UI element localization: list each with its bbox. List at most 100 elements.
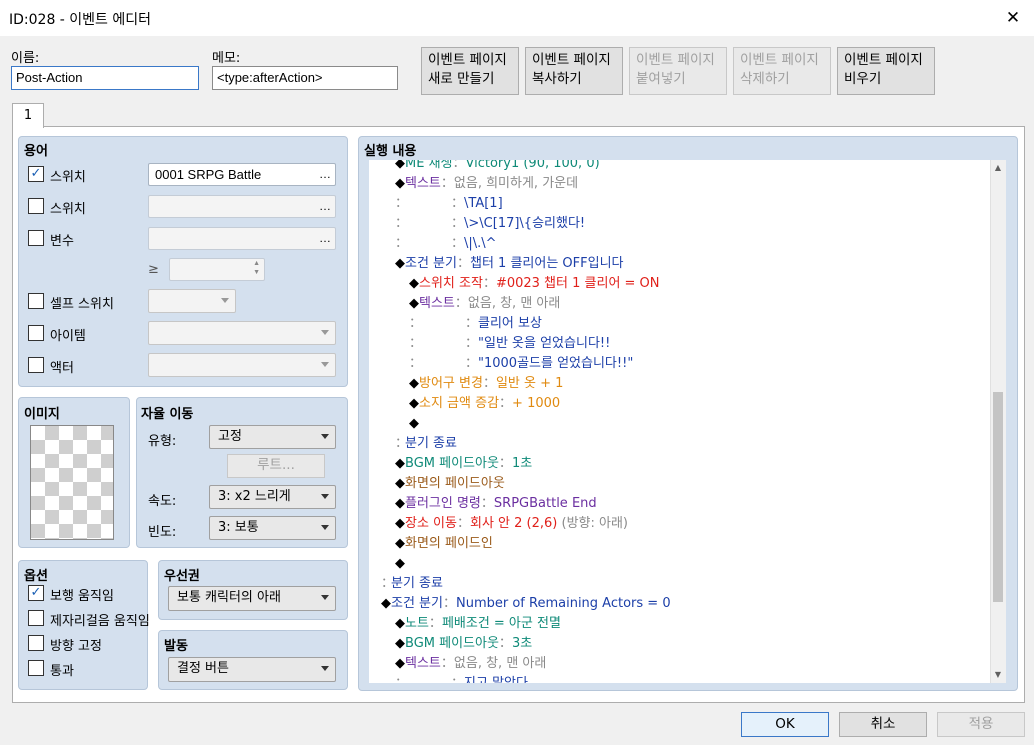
item-checkbox[interactable] <box>28 325 44 341</box>
stepping-checkbox[interactable] <box>28 610 44 626</box>
self-switch-select[interactable] <box>148 289 236 313</box>
command-line[interactable]: ◆조건 분기：챕터 1 클리어는 OFF입니다 <box>395 254 624 274</box>
ok-button[interactable]: OK <box>741 712 829 737</box>
command-line[interactable]: ◆BGM 페이드아웃：3초 <box>395 634 532 654</box>
command-line[interactable]: ：："일반 옷을 얻었습니다!! <box>409 334 610 354</box>
command-sep: ： <box>451 236 465 251</box>
command-sep: ： <box>499 396 513 411</box>
trigger-select[interactable]: 결정 버튼 <box>168 657 336 682</box>
direction-fix-label: 방향 고정 <box>50 639 102 654</box>
switch1-field[interactable]: 0001 SRPG Battle … <box>148 163 336 186</box>
scroll-down-icon[interactable]: ▼ <box>990 667 1006 683</box>
switch2-label: 스위치 <box>50 202 86 217</box>
command-line[interactable]: ：：\>\C[17]\{승리했다! <box>395 214 585 234</box>
command-body: \|\.\^ <box>464 236 497 251</box>
command-line[interactable]: ：분기 종료 <box>395 434 457 454</box>
command-pre: ： <box>395 236 409 251</box>
command-line[interactable]: ◆플러그인 명령：SRPGBattle End <box>395 494 597 514</box>
command-body: 페배조건 = 아군 전멸 <box>441 616 561 631</box>
name-field[interactable]: Post-Action <box>11 66 199 90</box>
close-icon[interactable]: ✕ <box>996 3 1030 33</box>
variable-field[interactable]: … <box>148 227 336 250</box>
walking-checkbox[interactable]: ✓ <box>28 585 44 601</box>
variable-value-spinner[interactable]: ▲ ▼ <box>169 258 265 281</box>
command-list[interactable]: ◆ME 재생：Victory1 (90, 100, 0) ◆텍스트：없음, 희미하… <box>369 160 991 683</box>
command-pre: ◆ <box>395 160 405 171</box>
command-line[interactable]: ：분기 종료 <box>381 574 443 594</box>
command-pre: ◆ <box>395 476 405 491</box>
command-line[interactable]: ：：클리어 보상 <box>409 314 542 334</box>
command-body: \TA[1] <box>464 196 503 211</box>
spinner-arrows-icon[interactable]: ▲ ▼ <box>253 259 260 277</box>
frequency-select[interactable]: 3: 보통 <box>209 516 336 540</box>
command-line[interactable]: ：：\|\.\^ <box>395 234 497 254</box>
command-line[interactable]: ◆ <box>409 414 419 434</box>
item-select[interactable] <box>148 321 336 345</box>
memo-field[interactable]: <type:afterAction> <box>212 66 398 90</box>
command-head: 텍스트 <box>405 656 441 671</box>
command-line[interactable]: ◆노트：페배조건 = 아군 전멸 <box>395 614 561 634</box>
chevron-down-icon <box>321 595 329 600</box>
command-line[interactable]: ◆소지 금액 증감：+ 1000 <box>409 394 560 414</box>
direction-fix-checkbox[interactable] <box>28 635 44 651</box>
image-preview[interactable] <box>30 425 114 540</box>
scroll-up-icon[interactable]: ▲ <box>990 160 1006 176</box>
command-line[interactable]: ◆텍스트：없음, 창, 맨 아래 <box>395 654 546 674</box>
command-line[interactable]: ◆텍스트：없음, 희미하게, 가운데 <box>395 174 578 194</box>
command-line[interactable]: ◆화면의 페이드인 <box>395 534 493 554</box>
command-sep: ： <box>498 456 512 471</box>
switch2-dots-icon[interactable]: … <box>319 196 331 216</box>
command-line[interactable]: ◆장소 이동：회사 안 2 (2,6) (방향: 아래) <box>395 514 628 534</box>
tab-page-1[interactable]: 1 <box>12 103 44 128</box>
command-line[interactable]: ◆화면의 페이드아웃 <box>395 474 505 494</box>
command-line[interactable]: ◆스위치 조작：#0023 챕터 1 클리어 = ON <box>409 274 660 294</box>
cancel-button[interactable]: 취소 <box>839 712 927 737</box>
actor-select[interactable] <box>148 353 336 377</box>
command-body: 없음, 희미하게, 가운데 <box>453 176 579 191</box>
delete-page-label-2: 삭제하기 <box>740 71 790 87</box>
self-switch-checkbox[interactable] <box>28 293 44 309</box>
switch1-checkbox[interactable]: ✓ <box>28 166 44 182</box>
clear-page-button[interactable]: 이벤트 페이지 비우기 <box>837 47 935 95</box>
command-line[interactable]: ◆방어구 변경：일반 옷 + 1 <box>409 374 563 394</box>
variable-dots-icon[interactable]: … <box>319 228 331 248</box>
type-select[interactable]: 고정 <box>209 425 336 449</box>
delete-page-button[interactable]: 이벤트 페이지 삭제하기 <box>733 47 831 95</box>
speed-select[interactable]: 3: x2 느리게 <box>209 485 336 509</box>
command-body: 클리어 보상 <box>478 316 542 331</box>
command-body: 없음, 창, 맨 아래 <box>467 296 561 311</box>
options-title: 옵션 <box>24 569 48 584</box>
new-page-button[interactable]: 이벤트 페이지 새로 만들기 <box>421 47 519 95</box>
clear-page-label-1: 이벤트 페이지 <box>844 52 923 68</box>
new-page-label-1: 이벤트 페이지 <box>428 52 507 68</box>
command-head: 조건 분기 <box>391 596 443 611</box>
copy-page-button[interactable]: 이벤트 페이지 복사하기 <box>525 47 623 95</box>
command-line[interactable]: ：："1000골드를 얻었습니다!!" <box>409 354 633 374</box>
contents-title: 실행 내용 <box>364 144 417 159</box>
paste-page-button[interactable]: 이벤트 페이지 붙여넣기 <box>629 47 727 95</box>
switch2-field[interactable]: … <box>148 195 336 218</box>
command-head: 스위치 조작 <box>419 276 483 291</box>
command-pre: ◆ <box>395 516 405 531</box>
command-line[interactable]: ◆텍스트：없음, 창, 맨 아래 <box>409 294 560 314</box>
command-line[interactable]: ◆조건 분기：Number of Remaining Actors = 0 <box>381 594 671 614</box>
variable-checkbox[interactable] <box>28 230 44 246</box>
actor-checkbox[interactable] <box>28 357 44 373</box>
command-line[interactable]: ◆ME 재생：Victory1 (90, 100, 0) <box>395 160 600 174</box>
command-line[interactable]: ◆BGM 페이드아웃：1초 <box>395 454 532 474</box>
scrollbar-thumb[interactable] <box>993 392 1003 602</box>
switch2-checkbox[interactable] <box>28 198 44 214</box>
walking-label: 보행 움직임 <box>50 589 114 604</box>
apply-button[interactable]: 적용 <box>937 712 1025 737</box>
switch1-dots-icon[interactable]: … <box>319 164 331 184</box>
switch1-value: 0001 SRPG Battle <box>155 167 262 182</box>
command-pre: ◆ <box>395 656 405 671</box>
priority-select[interactable]: 보통 캐릭터의 아래 <box>168 586 336 611</box>
route-button[interactable]: 루트... <box>227 454 325 478</box>
chevron-down-icon <box>221 298 229 303</box>
command-line[interactable]: ：：\TA[1] <box>395 194 503 214</box>
through-checkbox[interactable] <box>28 660 44 676</box>
command-body: 없음, 창, 맨 아래 <box>453 656 547 671</box>
command-line[interactable]: ◆ <box>395 554 405 574</box>
command-line[interactable]: ：：지고 말았다 <box>395 674 528 683</box>
